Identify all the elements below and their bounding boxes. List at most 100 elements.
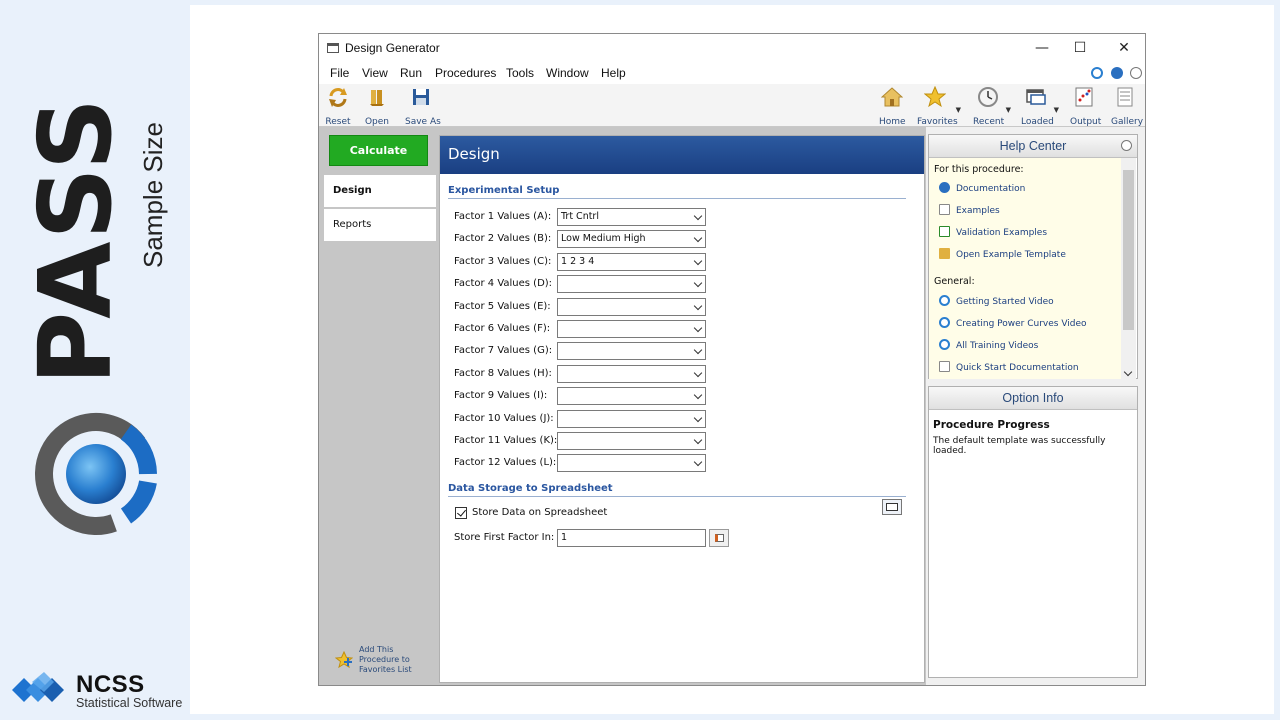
chevron-down-icon[interactable] bbox=[1123, 367, 1133, 377]
chevron-down-icon[interactable] bbox=[693, 278, 703, 288]
help-subhead-procedure: For this procedure: bbox=[934, 164, 1024, 175]
factor-7-select[interactable] bbox=[557, 342, 706, 361]
help-link-quick-start-documentation[interactable]: Quick Start Documentation bbox=[939, 361, 1079, 373]
factor-3-select[interactable]: 1 2 3 4 bbox=[557, 252, 706, 271]
help-link-validation-examples[interactable]: Validation Examples bbox=[939, 226, 1047, 238]
factor-4-label: Factor 4 Values (D): bbox=[454, 278, 553, 290]
menu-tools[interactable]: Tools bbox=[506, 66, 534, 80]
menu-file[interactable]: File bbox=[330, 66, 349, 80]
factor-12-select[interactable] bbox=[557, 454, 706, 473]
open-button[interactable]: Open bbox=[364, 86, 390, 127]
menu-help[interactable]: Help bbox=[601, 66, 626, 80]
chevron-down-icon[interactable] bbox=[693, 413, 703, 422]
help-link-examples[interactable]: Examples bbox=[939, 204, 1000, 216]
factor-2-select[interactable]: Low Medium High bbox=[557, 230, 706, 249]
design-form: Design Experimental Setup Factor 1 Value… bbox=[439, 135, 925, 683]
menu-bar: File View Run Procedures Tools Window He… bbox=[319, 62, 1145, 84]
reset-icon bbox=[329, 88, 347, 107]
template-icon bbox=[939, 248, 950, 259]
dropdown-caret-icon: ▼ bbox=[1053, 106, 1059, 114]
left-navigation: Calculate Design Reports Add This Proced… bbox=[319, 127, 436, 685]
menu-procedures[interactable]: Procedures bbox=[435, 66, 496, 80]
help-link-documentation[interactable]: Documentation bbox=[939, 182, 1025, 194]
add-to-favorites-button[interactable]: Add This Procedure to Favorites List bbox=[335, 645, 435, 685]
help-scrollbar[interactable] bbox=[1121, 158, 1136, 379]
factor-2-label: Factor 2 Values (B): bbox=[454, 233, 552, 245]
gallery-button[interactable]: Gallery bbox=[1111, 86, 1143, 127]
dropdown-caret-icon: ▼ bbox=[955, 106, 961, 114]
menu-view[interactable]: View bbox=[362, 66, 388, 80]
main-panel: Design Experimental Setup Factor 1 Value… bbox=[436, 127, 926, 685]
spreadsheet-icon[interactable] bbox=[882, 499, 902, 515]
maximize-button[interactable]: ☐ bbox=[1069, 38, 1091, 58]
chevron-down-icon[interactable] bbox=[693, 323, 703, 333]
output-icon bbox=[1075, 87, 1093, 107]
section-experimental-setup: Experimental Setup bbox=[448, 185, 560, 196]
section-divider bbox=[448, 198, 906, 199]
factor-11-select[interactable] bbox=[557, 432, 706, 450]
factor-12-label: Factor 12 Values (L): bbox=[454, 457, 557, 469]
help-link-getting-started-video[interactable]: Getting Started Video bbox=[939, 295, 1054, 307]
factor-1-select[interactable]: Trt Cntrl bbox=[557, 208, 706, 226]
output-button[interactable]: Output bbox=[1070, 86, 1101, 127]
factor-10-label: Factor 10 Values (J): bbox=[454, 412, 554, 424]
ncss-wordmark: NCSS bbox=[76, 671, 145, 698]
design-generator-window: Design Generator — ☐ ✕ File View Run Pro… bbox=[318, 33, 1146, 686]
factor-10-select[interactable] bbox=[557, 409, 706, 428]
chevron-down-icon[interactable] bbox=[693, 458, 703, 467]
factor-1-value: Trt Cntrl bbox=[561, 211, 599, 222]
ncss-subtitle: Statistical Software bbox=[76, 696, 183, 710]
factor-9-select[interactable] bbox=[557, 387, 706, 406]
factor-8-label: Factor 8 Values (H): bbox=[454, 367, 552, 379]
factor-8-select[interactable] bbox=[557, 364, 706, 383]
option-info-title: Option Info bbox=[929, 387, 1137, 410]
chevron-down-icon[interactable] bbox=[693, 301, 703, 310]
store-first-factor-input[interactable]: 1 bbox=[557, 529, 706, 547]
factor-2-value: Low Medium High bbox=[561, 233, 646, 245]
tab-reports[interactable]: Reports bbox=[324, 209, 436, 241]
factor-11-label: Factor 11 Values (K): bbox=[454, 435, 558, 446]
help-link-power-curves-video[interactable]: Creating Power Curves Video bbox=[939, 317, 1087, 329]
column-picker-icon[interactable] bbox=[709, 529, 729, 547]
save-as-button[interactable]: Save As bbox=[405, 86, 441, 127]
chevron-down-icon[interactable] bbox=[693, 368, 703, 378]
collapse-icon[interactable] bbox=[1121, 140, 1132, 151]
help-link-all-training-videos[interactable]: All Training Videos bbox=[939, 339, 1038, 351]
help-center-title: Help Center bbox=[929, 135, 1137, 158]
add-favorite-icon bbox=[335, 651, 353, 669]
menu-window[interactable]: Window bbox=[546, 66, 589, 80]
factor-6-select[interactable] bbox=[557, 320, 706, 338]
chevron-down-icon[interactable] bbox=[693, 390, 703, 400]
collapse-icon[interactable] bbox=[1130, 67, 1142, 79]
chevron-down-icon[interactable] bbox=[693, 211, 703, 221]
chevron-down-icon[interactable] bbox=[693, 234, 703, 243]
play-icon bbox=[939, 339, 950, 350]
home-button[interactable]: Home bbox=[879, 86, 906, 127]
ncss-logo-icon bbox=[12, 672, 64, 702]
close-button[interactable]: ✕ bbox=[1113, 38, 1135, 58]
example-icon bbox=[939, 204, 950, 215]
section-data-storage: Data Storage to Spreadsheet bbox=[448, 483, 613, 494]
tab-design[interactable]: Design bbox=[324, 175, 436, 207]
chevron-down-icon[interactable] bbox=[693, 435, 703, 445]
sample-size-tagline: Sample Size bbox=[138, 122, 168, 268]
help-link-open-example-template[interactable]: Open Example Template bbox=[939, 248, 1066, 260]
recent-button[interactable]: ▼ Recent bbox=[973, 86, 1011, 127]
factor-5-select[interactable] bbox=[557, 297, 706, 316]
factor-4-select[interactable] bbox=[557, 275, 706, 294]
chevron-down-icon[interactable] bbox=[693, 346, 703, 355]
store-data-checkbox[interactable] bbox=[455, 507, 467, 519]
checkmark-icon bbox=[457, 507, 466, 517]
menu-run[interactable]: Run bbox=[400, 66, 422, 80]
star-icon bbox=[923, 85, 947, 108]
scroll-thumb[interactable] bbox=[1123, 170, 1134, 330]
chevron-down-icon[interactable] bbox=[693, 256, 703, 266]
play-icon[interactable] bbox=[1091, 67, 1103, 79]
reset-button[interactable]: Reset bbox=[325, 86, 351, 127]
minimize-button[interactable]: — bbox=[1031, 38, 1053, 58]
section-divider bbox=[448, 496, 906, 497]
calculate-button[interactable]: Calculate bbox=[329, 135, 428, 166]
favorites-button[interactable]: ▼ Favorites bbox=[917, 85, 961, 127]
loaded-button[interactable]: ▼ Loaded bbox=[1021, 86, 1059, 127]
help-icon[interactable] bbox=[1111, 67, 1123, 79]
